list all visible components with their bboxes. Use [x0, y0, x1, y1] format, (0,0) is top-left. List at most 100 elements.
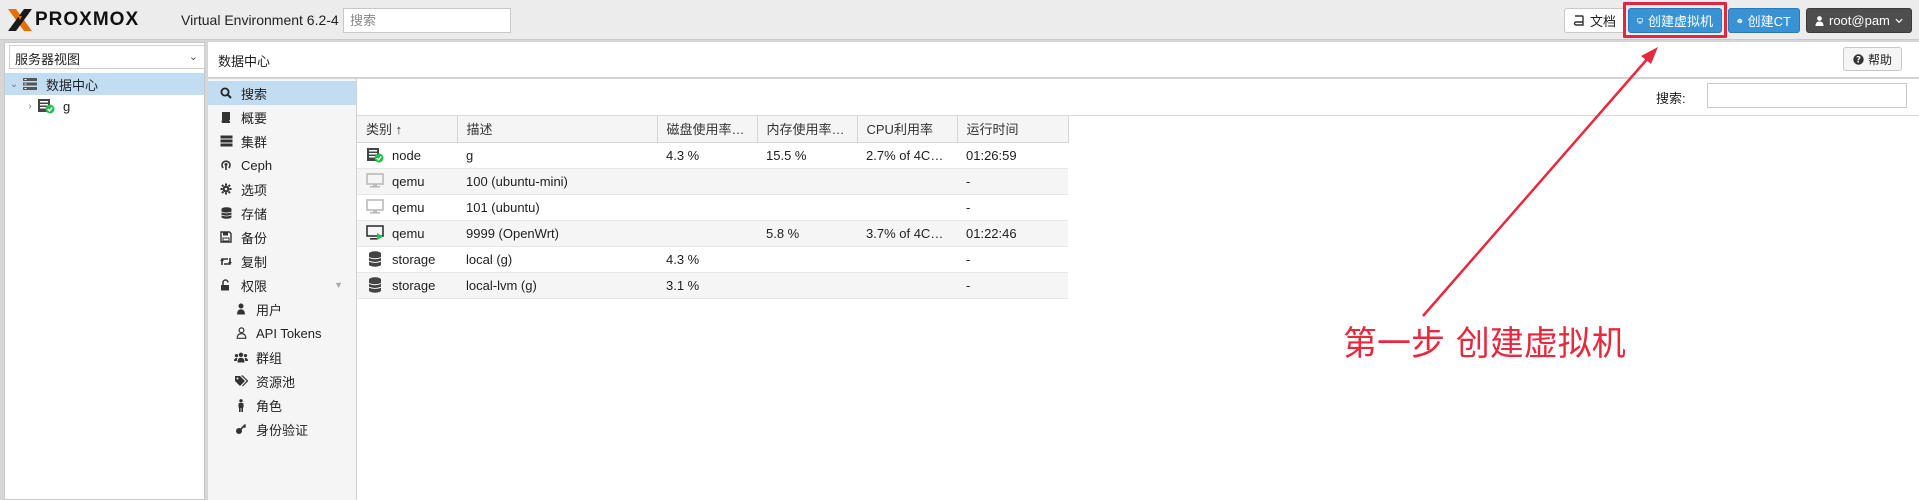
- row-description: 101 (ubuntu): [457, 194, 657, 221]
- column-header-memory-usage[interactable]: 内存使用率…: [757, 116, 858, 143]
- row-description: local (g): [457, 246, 657, 273]
- svg-text:?: ?: [1856, 55, 1861, 65]
- column-header-disk-usage[interactable]: 磁盘使用率…: [657, 116, 758, 143]
- nav-item-authentication[interactable]: 身份验证: [208, 417, 356, 441]
- row-type: node: [392, 147, 421, 163]
- table-row[interactable]: qemu 100 (ubuntu-mini) -: [357, 168, 1068, 195]
- row-disk: 4.3 %: [657, 142, 757, 169]
- server-icon: [219, 135, 233, 147]
- help-button[interactable]: ? 帮助: [1843, 47, 1902, 71]
- row-cpu: 2.7% of 4C…: [857, 142, 957, 169]
- table-row[interactable]: qemu 101 (ubuntu) -: [357, 194, 1068, 221]
- row-disk: 4.3 %: [657, 246, 757, 273]
- proxmox-logo[interactable]: PROXMOX: [6, 6, 139, 34]
- row-memory: [757, 246, 857, 273]
- annotation-label: 第一步 创建虚拟机: [1343, 324, 1626, 364]
- row-memory: 5.8 %: [757, 220, 857, 247]
- search-content-panel: 搜索: 类别 ↑ 描述 磁盘使用率… 内存使用率… CPU利用率 运行时间 no…: [357, 79, 1919, 500]
- nav-item-search[interactable]: 搜索: [208, 81, 356, 105]
- row-cpu: [857, 246, 957, 273]
- resource-grid: 类别 ↑ 描述 磁盘使用率… 内存使用率… CPU利用率 运行时间 node g…: [357, 116, 1069, 299]
- node-online-icon: [38, 99, 55, 114]
- users-icon: [234, 352, 248, 363]
- expand-icon[interactable]: ›: [24, 101, 36, 112]
- create-ct-label: 创建CT: [1747, 14, 1791, 29]
- row-type: storage: [392, 277, 436, 293]
- table-row[interactable]: storage local (g) 4.3 % -: [357, 246, 1068, 273]
- row-type: qemu: [392, 199, 425, 215]
- row-uptime: 01:22:46: [957, 220, 1068, 247]
- nav-item-options[interactable]: 选项: [208, 177, 356, 201]
- column-header-uptime[interactable]: 运行时间: [957, 116, 1069, 143]
- book-icon: [219, 111, 233, 123]
- docs-label: 文档: [1590, 14, 1617, 29]
- content-header: 数据中心 ? 帮助: [208, 42, 1919, 78]
- vm-stopped-icon: [366, 172, 384, 190]
- user-icon: [1815, 15, 1824, 26]
- nav-item-users[interactable]: 用户: [208, 297, 356, 321]
- nav-item-label: API Tokens: [256, 325, 322, 341]
- row-cpu: 3.7% of 4C…: [857, 220, 957, 247]
- create-ct-button[interactable]: 创建CT: [1728, 8, 1800, 33]
- nav-item-label: 复制: [241, 254, 268, 270]
- unlock-icon: [219, 279, 233, 291]
- row-memory: [757, 194, 857, 221]
- nav-item-label: 权限: [241, 278, 268, 294]
- row-disk: [657, 168, 757, 195]
- question-circle-icon: ?: [1853, 53, 1864, 65]
- view-selector[interactable]: 服务器视图 ⌄: [9, 45, 205, 69]
- help-label: 帮助: [1867, 52, 1892, 67]
- ceph-icon: [219, 159, 233, 171]
- gear-icon: [219, 183, 233, 195]
- docs-button[interactable]: 文档: [1564, 8, 1626, 33]
- column-header-cpu-usage[interactable]: CPU利用率: [857, 116, 958, 143]
- nav-item-groups[interactable]: 群组: [208, 345, 356, 369]
- row-cpu: [857, 194, 957, 221]
- row-cpu: [857, 168, 957, 195]
- proxmox-x-icon: [8, 9, 32, 31]
- global-search-input[interactable]: [343, 8, 511, 33]
- tree-item-datacenter[interactable]: ⌄ 数据中心: [5, 73, 204, 95]
- nav-item-storage[interactable]: 存储: [208, 201, 356, 225]
- collapse-icon[interactable]: ⌄: [8, 79, 20, 90]
- table-row[interactable]: qemu 9999 (OpenWrt) 5.8 % 3.7% of 4C… 01…: [357, 220, 1068, 247]
- search-field-label: 搜索:: [1656, 91, 1686, 106]
- nav-item-api-tokens[interactable]: API Tokens: [208, 321, 356, 345]
- top-bar: PROXMOX Virtual Environment 6.2-4 文档 创建虚…: [0, 0, 1919, 40]
- user-menu-button[interactable]: root@pam: [1806, 8, 1912, 33]
- resource-search-input[interactable]: [1707, 83, 1907, 108]
- nav-item-ceph[interactable]: Ceph: [208, 153, 356, 177]
- tree-item-node[interactable]: › g: [5, 95, 204, 117]
- table-row[interactable]: node g 4.3 % 15.5 % 2.7% of 4C… 01:26:59: [357, 142, 1068, 169]
- nav-item-label: 选项: [241, 182, 268, 198]
- row-disk: [657, 194, 757, 221]
- datacenter-icon: [23, 78, 37, 90]
- nav-item-permissions[interactable]: 权限 ▼: [208, 273, 356, 297]
- create-vm-button[interactable]: 创建虚拟机: [1628, 8, 1722, 33]
- row-description: 100 (ubuntu-mini): [457, 168, 657, 195]
- nav-item-backup[interactable]: 备份: [208, 225, 356, 249]
- row-type: storage: [392, 251, 436, 267]
- nav-item-roles[interactable]: 角色: [208, 393, 356, 417]
- collapse-arrow-icon[interactable]: ▼: [334, 280, 343, 290]
- column-header-description[interactable]: 描述: [457, 116, 658, 143]
- row-memory: [757, 168, 857, 195]
- grid-header-row: 类别 ↑ 描述 磁盘使用率… 内存使用率… CPU利用率 运行时间: [357, 116, 1069, 143]
- row-description: local-lvm (g): [457, 272, 657, 299]
- column-header-type[interactable]: 类别 ↑: [357, 116, 458, 143]
- nav-item-label: 角色: [256, 398, 283, 414]
- nav-item-label: 资源池: [256, 374, 296, 390]
- vm-running-icon: [366, 224, 384, 242]
- nav-item-label: 概要: [241, 110, 268, 126]
- nav-item-replication[interactable]: 复制: [208, 249, 356, 273]
- nav-item-label: 身份验证: [256, 422, 309, 438]
- tags-icon: [234, 375, 248, 387]
- nav-item-pools[interactable]: 资源池: [208, 369, 356, 393]
- nav-item-label: 搜索: [241, 86, 268, 102]
- floppy-icon: [219, 231, 233, 243]
- table-row[interactable]: storage local-lvm (g) 3.1 % -: [357, 272, 1068, 299]
- nav-item-summary[interactable]: 概要: [208, 105, 356, 129]
- desktop-icon: [1637, 17, 1643, 23]
- nav-item-cluster[interactable]: 集群: [208, 129, 356, 153]
- database-icon: [219, 207, 233, 219]
